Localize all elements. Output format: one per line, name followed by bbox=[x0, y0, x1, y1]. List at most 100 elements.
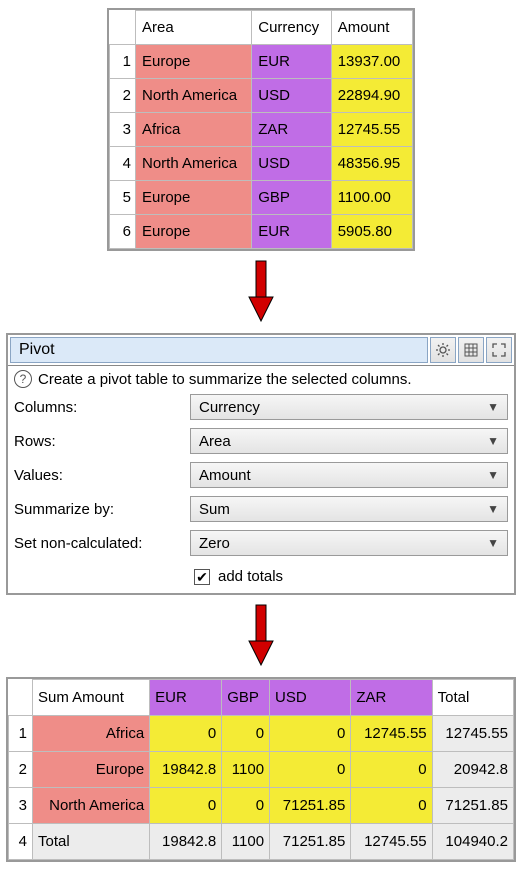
row-number: 2 bbox=[110, 79, 136, 113]
cell-amount[interactable]: 22894.90 bbox=[331, 79, 412, 113]
cell-area[interactable]: North America bbox=[136, 147, 252, 181]
table-row[interactable]: 2 North America USD 22894.90 bbox=[110, 79, 413, 113]
col-header-total[interactable]: Total bbox=[432, 680, 513, 716]
summarize-select[interactable]: Sum ▼ bbox=[190, 496, 508, 522]
table-row[interactable]: 4 North America USD 48356.95 bbox=[110, 147, 413, 181]
cell-value[interactable]: 0 bbox=[150, 716, 222, 752]
cell-area[interactable]: Europe bbox=[136, 181, 252, 215]
cell-value[interactable]: 0 bbox=[351, 752, 432, 788]
cell-amount[interactable]: 48356.95 bbox=[331, 147, 412, 181]
totals-row[interactable]: 4 Total 19842.8 1100 71251.85 12745.55 1… bbox=[9, 824, 514, 860]
cell-col-total[interactable]: 1100 bbox=[222, 824, 270, 860]
expand-button[interactable] bbox=[486, 337, 512, 363]
row-number: 1 bbox=[110, 45, 136, 79]
noncalc-select[interactable]: Zero ▼ bbox=[190, 530, 508, 556]
select-value: Area bbox=[199, 433, 231, 450]
cell-currency[interactable]: ZAR bbox=[252, 113, 331, 147]
cell-value[interactable]: 12745.55 bbox=[351, 716, 432, 752]
add-totals-label: add totals bbox=[218, 568, 283, 585]
col-header-amount[interactable]: Amount bbox=[331, 11, 412, 45]
table-row[interactable]: 5 Europe GBP 1100.00 bbox=[110, 181, 413, 215]
pivot-panel: Pivot ? Create a pivot table to summariz… bbox=[6, 333, 516, 595]
cell-value[interactable]: 71251.85 bbox=[270, 788, 351, 824]
cell-area[interactable]: North America bbox=[136, 79, 252, 113]
cell-amount[interactable]: 1100.00 bbox=[331, 181, 412, 215]
cell-value[interactable]: 0 bbox=[150, 788, 222, 824]
table-row[interactable]: 6 Europe EUR 5905.80 bbox=[110, 215, 413, 249]
select-value: Zero bbox=[199, 535, 230, 552]
chevron-down-icon: ▼ bbox=[487, 434, 499, 448]
arrow-down-icon bbox=[246, 603, 276, 669]
cell-amount[interactable]: 13937.00 bbox=[331, 45, 412, 79]
cell-value[interactable]: 0 bbox=[270, 752, 351, 788]
col-header[interactable]: USD bbox=[270, 680, 351, 716]
cell-row-total[interactable]: 71251.85 bbox=[432, 788, 513, 824]
row-header-total[interactable]: Total bbox=[33, 824, 150, 860]
cell-value[interactable]: 1100 bbox=[222, 752, 270, 788]
cell-value[interactable]: 0 bbox=[222, 716, 270, 752]
cell-col-total[interactable]: 12745.55 bbox=[351, 824, 432, 860]
row-number: 3 bbox=[9, 788, 33, 824]
cell-row-total[interactable]: 20942.8 bbox=[432, 752, 513, 788]
cell-grand-total[interactable]: 104940.2 bbox=[432, 824, 513, 860]
label-noncalc: Set non-calculated: bbox=[14, 535, 190, 552]
cell-row-total[interactable]: 12745.55 bbox=[432, 716, 513, 752]
cell-currency[interactable]: GBP bbox=[252, 181, 331, 215]
cell-amount[interactable]: 12745.55 bbox=[331, 113, 412, 147]
cell-area[interactable]: Europe bbox=[136, 45, 252, 79]
row-header[interactable]: Africa bbox=[33, 716, 150, 752]
cell-col-total[interactable]: 19842.8 bbox=[150, 824, 222, 860]
label-values: Values: bbox=[14, 467, 190, 484]
table-row[interactable]: 1 Africa 0 0 0 12745.55 12745.55 bbox=[9, 716, 514, 752]
cell-col-total[interactable]: 71251.85 bbox=[270, 824, 351, 860]
select-value: Currency bbox=[199, 399, 260, 416]
cell-area[interactable]: Africa bbox=[136, 113, 252, 147]
grid-view-button[interactable] bbox=[458, 337, 484, 363]
hint-row: ? Create a pivot table to summarize the … bbox=[8, 366, 514, 394]
cell-value[interactable]: 19842.8 bbox=[150, 752, 222, 788]
col-header[interactable]: GBP bbox=[222, 680, 270, 716]
gear-icon bbox=[435, 342, 451, 358]
add-totals-checkbox[interactable]: ✔ bbox=[194, 569, 210, 585]
cell-area[interactable]: Europe bbox=[136, 215, 252, 249]
expand-icon bbox=[491, 342, 507, 358]
corner-cell bbox=[9, 680, 33, 716]
rows-select[interactable]: Area ▼ bbox=[190, 428, 508, 454]
hint-text: Create a pivot table to summarize the se… bbox=[38, 371, 412, 388]
cell-value[interactable]: 0 bbox=[270, 716, 351, 752]
row-number: 5 bbox=[110, 181, 136, 215]
chevron-down-icon: ▼ bbox=[487, 468, 499, 482]
arrow-down-icon bbox=[246, 259, 276, 325]
cell-value[interactable]: 0 bbox=[351, 788, 432, 824]
cell-currency[interactable]: USD bbox=[252, 147, 331, 181]
row-header[interactable]: North America bbox=[33, 788, 150, 824]
corner-cell bbox=[110, 11, 136, 45]
cell-amount[interactable]: 5905.80 bbox=[331, 215, 412, 249]
table-row[interactable]: 2 Europe 19842.8 1100 0 0 20942.8 bbox=[9, 752, 514, 788]
cell-value[interactable]: 0 bbox=[222, 788, 270, 824]
label-rows: Rows: bbox=[14, 433, 190, 450]
row-number: 3 bbox=[110, 113, 136, 147]
columns-select[interactable]: Currency ▼ bbox=[190, 394, 508, 420]
cell-currency[interactable]: EUR bbox=[252, 45, 331, 79]
settings-button[interactable] bbox=[430, 337, 456, 363]
table-row[interactable]: 3 North America 0 0 71251.85 0 71251.85 bbox=[9, 788, 514, 824]
table-row[interactable]: 3 Africa ZAR 12745.55 bbox=[110, 113, 413, 147]
col-header[interactable]: EUR bbox=[150, 680, 222, 716]
label-columns: Columns: bbox=[14, 399, 190, 416]
values-select[interactable]: Amount ▼ bbox=[190, 462, 508, 488]
pivot-result-table: Sum Amount EUR GBP USD ZAR Total 1 Afric… bbox=[6, 677, 516, 862]
row-header[interactable]: Europe bbox=[33, 752, 150, 788]
col-header-area[interactable]: Area bbox=[136, 11, 252, 45]
cell-currency[interactable]: USD bbox=[252, 79, 331, 113]
source-table: Area Currency Amount 1 Europe EUR 13937.… bbox=[107, 8, 415, 251]
col-header-currency[interactable]: Currency bbox=[252, 11, 331, 45]
table-row[interactable]: 1 Europe EUR 13937.00 bbox=[110, 45, 413, 79]
row-number: 2 bbox=[9, 752, 33, 788]
chevron-down-icon: ▼ bbox=[487, 400, 499, 414]
cell-currency[interactable]: EUR bbox=[252, 215, 331, 249]
help-icon[interactable]: ? bbox=[14, 370, 32, 388]
chevron-down-icon: ▼ bbox=[487, 502, 499, 516]
col-header[interactable]: ZAR bbox=[351, 680, 432, 716]
corner-label[interactable]: Sum Amount bbox=[33, 680, 150, 716]
